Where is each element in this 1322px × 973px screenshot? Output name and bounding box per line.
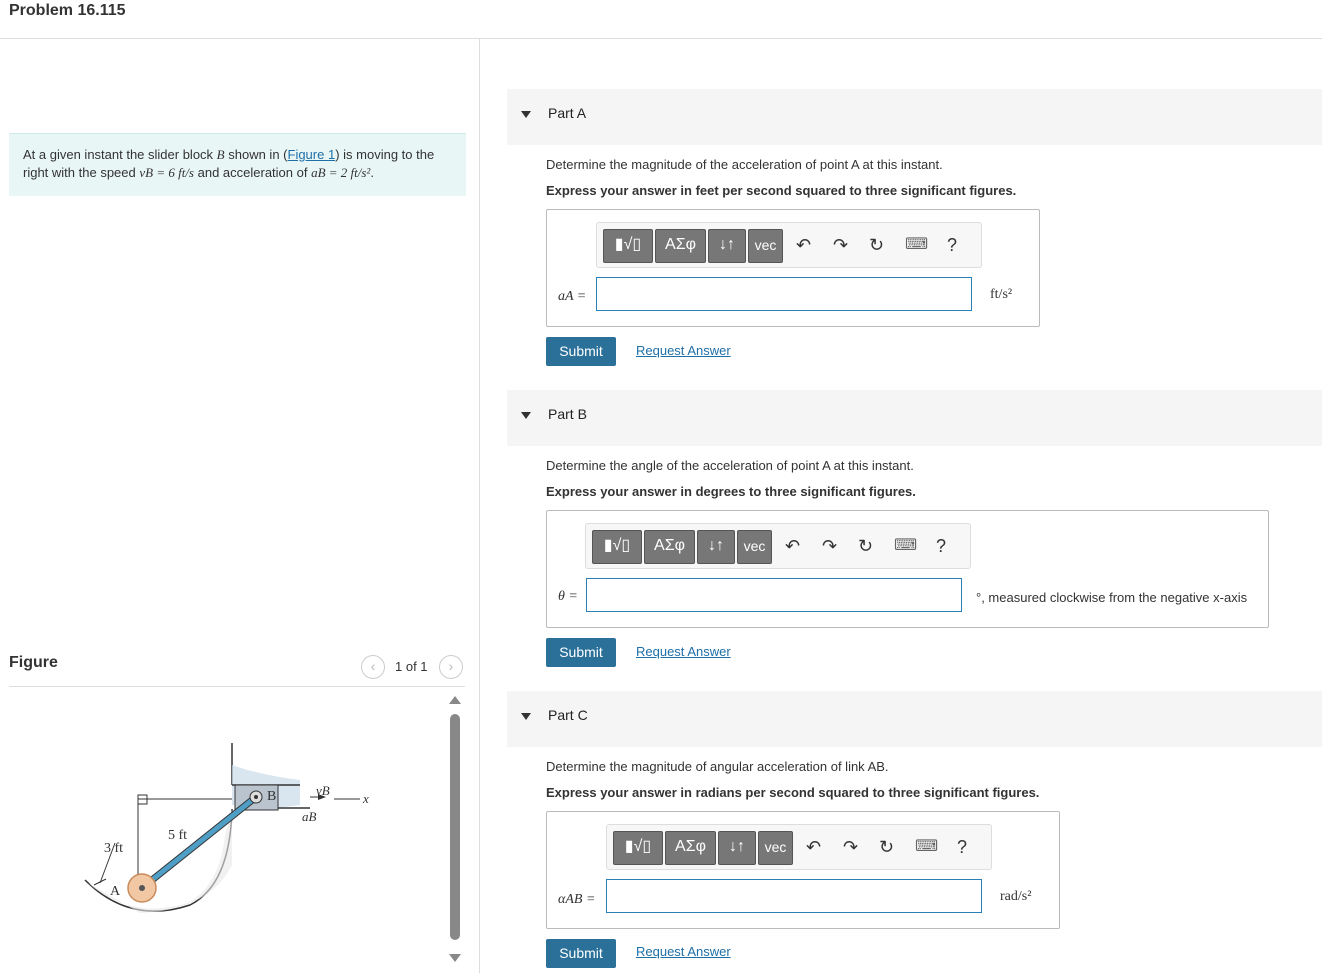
- help-button[interactable]: ?: [957, 837, 967, 857]
- undo-icon[interactable]: ↶: [806, 837, 821, 857]
- request-answer-link[interactable]: Request Answer: [636, 944, 731, 959]
- problem-var-b: B: [216, 147, 225, 162]
- collapse-triangle-icon[interactable]: [521, 713, 531, 720]
- label-5ft: 5 ft: [168, 828, 187, 843]
- scroll-up-arrow-icon[interactable]: [449, 696, 461, 704]
- part-a-answer-box: ▮√▯ ΑΣφ ↓↑ vec ↶ ↷ ↻ ⌨ ? aA = ft/s²: [546, 209, 1040, 327]
- templates-button[interactable]: ▮√▯: [603, 229, 653, 263]
- variable-label: aA =: [558, 289, 587, 304]
- math-toolbar: ▮√▯ ΑΣφ ↓↑ vec ↶ ↷ ↻ ⌨ ?: [606, 824, 992, 870]
- submit-button[interactable]: Submit: [546, 337, 616, 366]
- reset-icon[interactable]: ↻: [858, 536, 873, 556]
- help-button[interactable]: ?: [936, 536, 946, 556]
- figure-link[interactable]: Figure 1: [288, 147, 336, 162]
- keyboard-icon[interactable]: ⌨: [905, 235, 928, 255]
- redo-icon[interactable]: ↷: [822, 536, 837, 556]
- vec-button[interactable]: vec: [737, 530, 772, 564]
- math-toolbar: ▮√▯ ΑΣφ ↓↑ vec ↶ ↷ ↻ ⌨ ?: [585, 523, 971, 569]
- part-c-question: Determine the magnitude of angular accel…: [546, 759, 889, 774]
- acceleration-expression: aB = 2 ft/s²: [311, 165, 371, 180]
- arrows-button[interactable]: ↓↑: [708, 229, 746, 263]
- figure-navigation: ‹ 1 of 1 ›: [361, 655, 465, 679]
- label-ab: aB: [302, 809, 317, 824]
- page-title: Problem 16.115: [9, 2, 126, 19]
- vec-button[interactable]: vec: [748, 229, 783, 263]
- keyboard-icon[interactable]: ⌨: [894, 536, 917, 556]
- figure-divider: [9, 686, 465, 687]
- part-label: Part A: [548, 105, 587, 121]
- panel-divider: [479, 39, 480, 973]
- collapse-triangle-icon[interactable]: [521, 412, 531, 419]
- reset-icon[interactable]: ↻: [869, 235, 884, 255]
- redo-icon[interactable]: ↷: [833, 235, 848, 255]
- figure-scrollbar[interactable]: [449, 696, 461, 966]
- part-a-header[interactable]: Part A: [507, 89, 1322, 145]
- part-b-header[interactable]: Part B: [507, 390, 1322, 446]
- problem-text-2: shown in (: [224, 147, 288, 162]
- part-b-answer-box: ▮√▯ ΑΣφ ↓↑ vec ↶ ↷ ↻ ⌨ ? θ = °, measured…: [546, 510, 1269, 628]
- greek-symbols-button[interactable]: ΑΣφ: [665, 831, 716, 865]
- chevron-left-icon[interactable]: ‹: [361, 655, 385, 679]
- problem-text-5: .: [370, 165, 374, 180]
- vec-button[interactable]: vec: [758, 831, 793, 865]
- part-a-question: Determine the magnitude of the accelerat…: [546, 157, 943, 172]
- answer-input[interactable]: [606, 879, 982, 913]
- part-c-header[interactable]: Part C: [507, 691, 1322, 747]
- label-vb: vB: [316, 783, 330, 798]
- unit-label: ft/s²: [990, 287, 1013, 302]
- problem-text-4: and acceleration of: [194, 165, 312, 180]
- unit-label: °, measured clockwise from the negative …: [976, 590, 1248, 605]
- chevron-right-icon[interactable]: ›: [439, 655, 463, 679]
- part-c-instruction: Express your answer in radians per secon…: [546, 785, 1040, 800]
- math-toolbar: ▮√▯ ΑΣφ ↓↑ vec ↶ ↷ ↻ ⌨ ?: [596, 222, 982, 268]
- undo-icon[interactable]: ↶: [785, 536, 800, 556]
- help-button[interactable]: ?: [947, 235, 957, 255]
- label-x-axis: x: [362, 791, 369, 806]
- submit-button[interactable]: Submit: [546, 638, 616, 667]
- variable-label: θ =: [558, 589, 578, 604]
- collapse-triangle-icon[interactable]: [521, 111, 531, 118]
- problem-text-1: At a given instant the slider block: [23, 147, 217, 162]
- mechanism-figure: B A vB aB x 5 ft 3 ft: [84, 743, 369, 913]
- label-3ft: 3 ft: [104, 841, 123, 856]
- problem-statement: At a given instant the slider block B sh…: [9, 133, 466, 196]
- scrollbar-thumb[interactable]: [450, 714, 460, 940]
- submit-button[interactable]: Submit: [546, 939, 616, 968]
- answer-input[interactable]: [586, 578, 962, 612]
- redo-icon[interactable]: ↷: [843, 837, 858, 857]
- figure-heading: Figure: [9, 654, 58, 671]
- templates-button[interactable]: ▮√▯: [613, 831, 663, 865]
- arrows-button[interactable]: ↓↑: [718, 831, 756, 865]
- templates-button[interactable]: ▮√▯: [592, 530, 642, 564]
- request-answer-link[interactable]: Request Answer: [636, 644, 731, 659]
- reset-icon[interactable]: ↻: [879, 837, 894, 857]
- part-b-instruction: Express your answer in degrees to three …: [546, 484, 916, 499]
- part-a-instruction: Express your answer in feet per second s…: [546, 183, 1017, 198]
- header-divider: [0, 38, 1322, 39]
- answer-input[interactable]: [596, 277, 972, 311]
- greek-symbols-button[interactable]: ΑΣφ: [644, 530, 695, 564]
- request-answer-link[interactable]: Request Answer: [636, 343, 731, 358]
- part-c-answer-box: ▮√▯ ΑΣφ ↓↑ vec ↶ ↷ ↻ ⌨ ? αAB = rad/s²: [546, 811, 1060, 929]
- keyboard-icon[interactable]: ⌨: [915, 837, 938, 857]
- scroll-down-arrow-icon[interactable]: [449, 954, 461, 962]
- label-a: A: [110, 884, 121, 899]
- part-b-question: Determine the angle of the acceleration …: [546, 458, 914, 473]
- speed-expression: vB = 6 ft/s: [139, 165, 194, 180]
- variable-label: αAB =: [558, 892, 596, 907]
- label-b: B: [267, 789, 276, 804]
- greek-symbols-button[interactable]: ΑΣφ: [655, 229, 706, 263]
- unit-label: rad/s²: [1000, 889, 1032, 904]
- part-label: Part B: [548, 406, 587, 422]
- figure-page-indicator: 1 of 1: [395, 659, 428, 674]
- undo-icon[interactable]: ↶: [796, 235, 811, 255]
- part-label: Part C: [548, 707, 588, 723]
- arrows-button[interactable]: ↓↑: [697, 530, 735, 564]
